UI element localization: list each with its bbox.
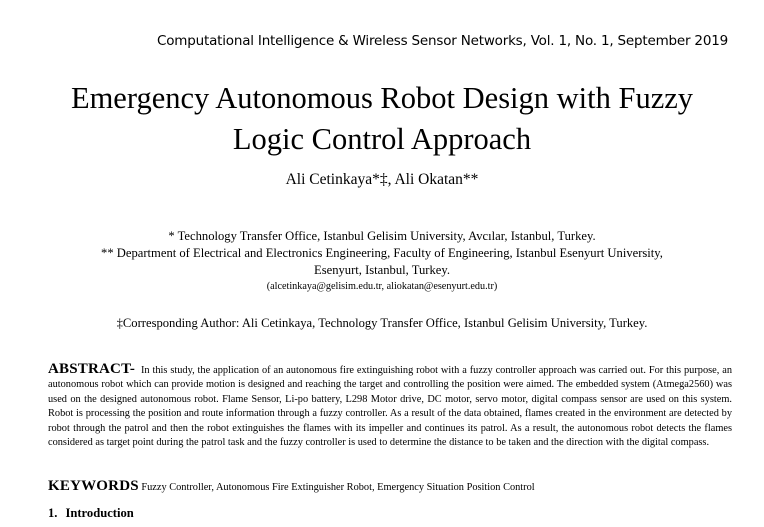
author-list: Ali Cetinkaya*‡, Ali Okatan** (285, 171, 479, 188)
keywords-label: KEYWORDS (48, 478, 139, 494)
paper-title: Emergency Autonomous Robot Design with F… (0, 78, 764, 160)
journal-header: Computational Intelligence & Wireless Se… (157, 33, 728, 49)
section-title: Introduction (65, 506, 134, 520)
paper-title-line-2: Logic Control Approach (232, 122, 532, 156)
keywords-text: Fuzzy Controller, Autonomous Fire Exting… (141, 482, 535, 493)
paper-page: { "header": { "journal": "Computational … (0, 0, 764, 527)
corresponding-author: ‡Corresponding Author: Ali Cetinkaya, Te… (116, 316, 648, 330)
abstract-text: In this study, the application of an aut… (48, 365, 732, 449)
paper-title-line-1: Emergency Autonomous Robot Design with F… (70, 81, 694, 115)
abstract-label: ABSTRACT- (48, 361, 136, 377)
affiliation-2-continued: Esenyurt, Istanbul, Turkey. (314, 263, 450, 277)
affiliation-1: * Technology Transfer Office, Istanbul G… (168, 229, 596, 243)
keywords: KEYWORDS Fuzzy Controller, Autonomous Fi… (48, 478, 738, 495)
section-number: 1. (48, 506, 58, 520)
affiliation-2: ** Department of Electrical and Electron… (101, 246, 663, 260)
author-emails: (alcetinkaya@gelisim.edu.tr, aliokatan@e… (266, 281, 498, 292)
abstract: ABSTRACT- In this study, the application… (48, 362, 732, 450)
section-heading-introduction: 1. Introduction (48, 506, 134, 521)
